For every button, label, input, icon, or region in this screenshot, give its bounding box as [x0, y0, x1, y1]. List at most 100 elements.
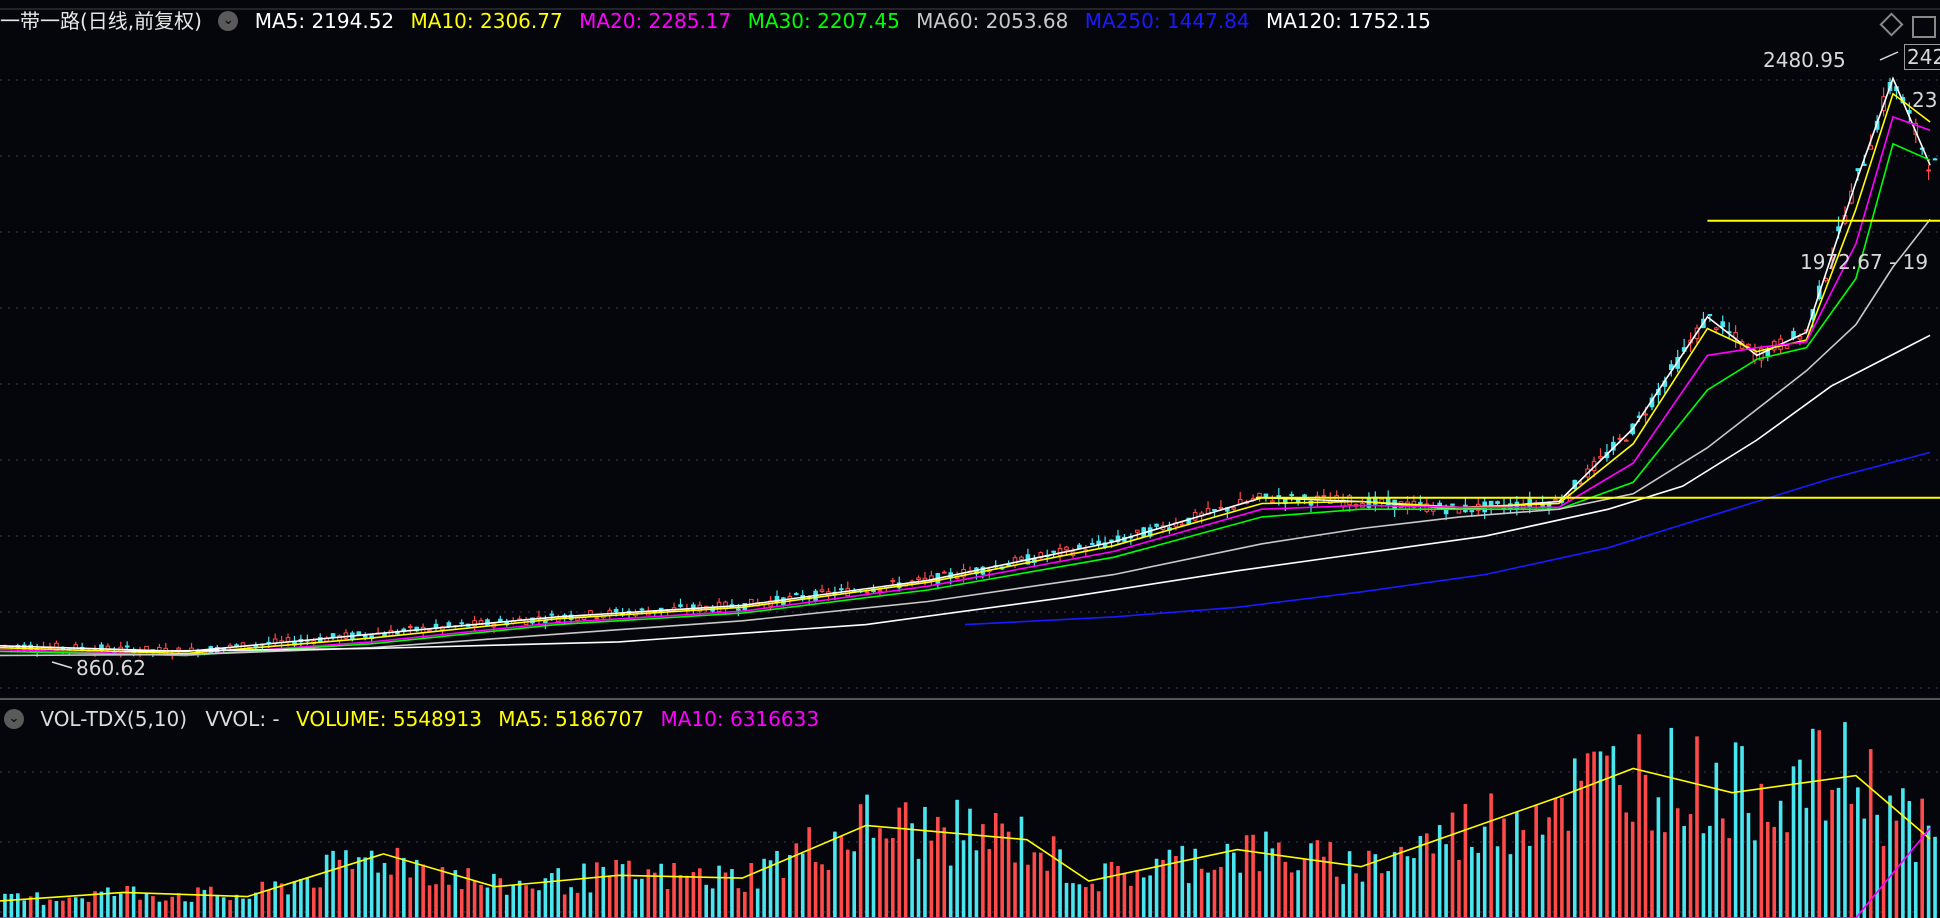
volume-bar [1836, 787, 1841, 918]
volume-bar [1431, 853, 1436, 918]
volume-bar [344, 850, 348, 918]
volume-bar [537, 890, 541, 918]
volume-bar [1283, 861, 1288, 918]
volume-bar [1714, 762, 1719, 918]
candle-body [427, 629, 432, 632]
volume-bar [1650, 830, 1654, 918]
volume-bar [131, 886, 136, 918]
volume-bar [61, 900, 65, 918]
volume-bar [1830, 789, 1834, 918]
volume-bar [788, 855, 792, 918]
volume-bar [73, 897, 78, 918]
volume-bar [479, 884, 483, 918]
candle-body [1623, 439, 1629, 442]
volume-bar [1277, 842, 1281, 918]
candle-body [1784, 345, 1790, 349]
support-label: 1972.67 - 19 [1800, 250, 1929, 274]
volume-bar [1746, 812, 1751, 918]
volume-bar [923, 806, 927, 918]
volume-bar [620, 864, 625, 918]
candle-body [1270, 500, 1275, 503]
volume-bar [1753, 840, 1757, 918]
volume-bar [427, 885, 432, 918]
volume-bar [1109, 861, 1114, 918]
volume-bar [1309, 843, 1313, 918]
candle-body [356, 631, 362, 636]
volume-bar [1129, 885, 1133, 918]
volume-bar [749, 863, 754, 918]
volume-bar [67, 897, 72, 918]
volume-bar [434, 884, 438, 918]
volume-bar [1772, 826, 1777, 918]
volume-bar [710, 888, 715, 918]
volume-bar [1669, 727, 1674, 918]
volume-bar [1663, 832, 1667, 918]
volume-bar [1077, 884, 1082, 918]
volume-bar [530, 888, 535, 918]
volume-bar [1868, 749, 1873, 918]
volume-bar [1637, 734, 1641, 918]
volume-bar [1328, 842, 1333, 918]
volume-bar [607, 876, 612, 918]
volume-bar [80, 898, 84, 918]
volume-bar [1611, 746, 1616, 918]
volume-bar [1135, 870, 1140, 918]
volume-bar [1103, 863, 1107, 918]
volume-bar [1334, 876, 1339, 918]
volume-bar [1720, 818, 1725, 918]
candle-body [1218, 506, 1224, 509]
candle-body [543, 620, 548, 624]
candle-body [594, 617, 600, 620]
volume-bar [961, 840, 966, 918]
volume-bar [1907, 801, 1912, 918]
volume-bar [1225, 843, 1230, 918]
volume-bar [743, 891, 747, 918]
volume-bar [1579, 780, 1583, 918]
volume-bar [1740, 746, 1744, 918]
volume-bar [550, 873, 554, 918]
volume-bar [311, 887, 316, 918]
volume-bar [845, 849, 850, 918]
volume-bar [1926, 825, 1931, 918]
volume-bar [890, 838, 895, 918]
volume-bar [421, 864, 425, 918]
volume-chart [0, 722, 1940, 918]
volume-bar [402, 857, 406, 918]
volume-bar [993, 812, 998, 918]
volume-bar [1347, 851, 1352, 918]
volume-bar [582, 863, 586, 918]
candle-body [1257, 492, 1262, 498]
volume-bar [601, 866, 606, 918]
volume-bar [1444, 844, 1448, 918]
volume-bar [1862, 818, 1867, 918]
volume-bar [1289, 872, 1294, 918]
volume-bar [1026, 864, 1030, 918]
volume-bar [1495, 846, 1500, 918]
volume-bar [151, 896, 155, 918]
volume-bar [1167, 849, 1172, 918]
candle-body [124, 645, 130, 648]
candle-body [549, 613, 555, 616]
volume-bar [704, 884, 709, 918]
volume-bar [717, 865, 721, 918]
volume-bar [723, 872, 728, 918]
volume-bar [209, 886, 213, 918]
candle-body [433, 623, 439, 628]
volume-bar [1843, 722, 1847, 918]
volume-bar [1920, 798, 1924, 918]
volume-bar [1270, 848, 1275, 918]
volume-bar [755, 888, 760, 918]
volume-bar [1418, 836, 1423, 918]
volume-bar [414, 859, 419, 918]
candle-body [1469, 510, 1475, 513]
candle-body [1051, 550, 1056, 553]
volume-bar [196, 887, 200, 918]
volume-bar [1392, 852, 1397, 918]
volume-bar [125, 885, 129, 918]
candle-body [1263, 493, 1269, 498]
volume-bar [1502, 818, 1506, 918]
volume-bar [189, 901, 194, 918]
candle-body [864, 591, 870, 594]
volume-bar [1399, 846, 1403, 918]
volume-bar [382, 862, 387, 918]
